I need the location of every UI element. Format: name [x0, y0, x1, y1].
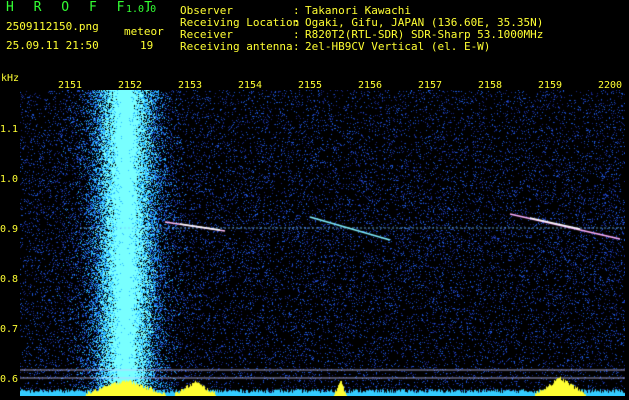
spectrogram-plot[interactable] — [20, 90, 625, 396]
meteor-count: 19 — [140, 39, 154, 52]
y-tick-0.8: 0.8 — [0, 274, 19, 285]
y-tick-0.9: 0.9 — [0, 224, 19, 235]
y-tick-1.0: 1.0 — [0, 174, 19, 185]
y-unit-label: kHz — [1, 73, 20, 84]
field-label-antenna: Receiving antenna — [180, 40, 293, 53]
field-value-antenna: 2el-HB9CV Vertical (el. E-W) — [305, 40, 491, 53]
y-tick-1.1: 1.1 — [0, 124, 19, 135]
filename: 2509112150.png — [6, 20, 99, 33]
spectrogram-canvas — [20, 90, 625, 396]
app-version: 1.0.0 — [126, 4, 157, 15]
y-tick-0.7: 0.7 — [0, 324, 19, 335]
y-tick-0.6: 0.6 — [0, 374, 19, 385]
header-panel: H R O F F T 1.0.0 2509112150.png meteor … — [0, 0, 629, 72]
field-sep-antenna: : — [293, 40, 300, 53]
meteor-label: meteor — [124, 25, 164, 38]
datetime: 25.09.11 21:50 — [6, 39, 99, 52]
